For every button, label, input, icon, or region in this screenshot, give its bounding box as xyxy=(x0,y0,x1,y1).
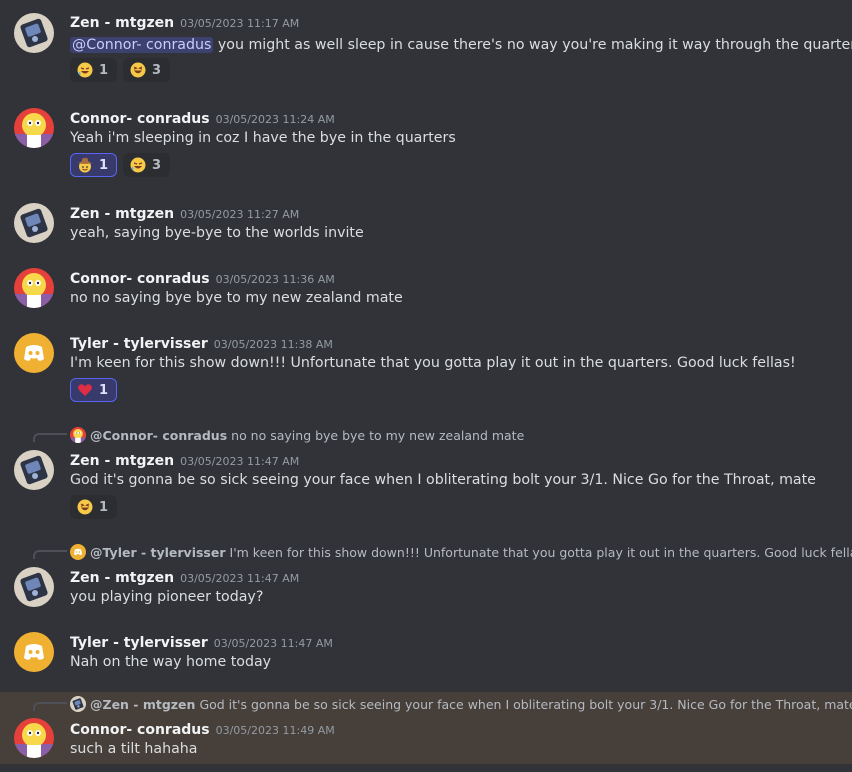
heart-emoji-icon xyxy=(78,384,92,396)
message-author[interactable]: Zen - mtgzen xyxy=(70,570,174,586)
reaction-count: 3 xyxy=(152,157,162,173)
reply-author[interactable]: @Zen - mtgzen xyxy=(90,697,195,712)
connor-avatar-icon xyxy=(14,108,54,148)
reaction-count: 1 xyxy=(99,157,109,173)
reply-text: I'm keen for this show down!!! Unfortuna… xyxy=(229,544,852,560)
reply-spine xyxy=(33,702,67,711)
reply-preview[interactable]: @Connor- conradus no no saying bye bye t… xyxy=(70,427,524,443)
message-author[interactable]: Zen - mtgzen xyxy=(70,15,174,31)
discord-default-avatar-icon xyxy=(70,544,86,560)
reaction-count: 3 xyxy=(152,62,162,78)
message-author[interactable]: Zen - mtgzen xyxy=(70,453,174,469)
avatar[interactable] xyxy=(14,13,54,53)
reply-avatar xyxy=(70,544,86,560)
user-mention[interactable]: @Connor- conradus xyxy=(70,37,214,53)
reactions-bar: 1 xyxy=(70,378,118,402)
message-text: I'm keen for this show down!!! Unfortuna… xyxy=(70,355,796,371)
reply-author[interactable]: @Connor- conradus xyxy=(90,428,227,443)
reply-text: no no saying bye bye to my new zealand m… xyxy=(231,427,525,443)
avatar[interactable] xyxy=(14,450,54,490)
message-author[interactable]: Connor- conradus xyxy=(70,111,210,127)
connor-avatar-icon xyxy=(14,718,54,758)
laughing-emoji-icon xyxy=(130,62,147,78)
rofl-emoji-icon xyxy=(130,157,147,173)
reply-avatar xyxy=(70,427,86,443)
message-content: @Connor- conradus you might as well slee… xyxy=(70,34,852,56)
reactions-bar: 1 3 xyxy=(70,153,171,177)
message-timestamp: 03/05/2023 11:47 AM xyxy=(180,455,300,468)
avatar[interactable] xyxy=(14,333,54,373)
reply-spine xyxy=(33,433,67,442)
reaction-heart[interactable]: 1 xyxy=(70,378,118,402)
reaction-rofl[interactable]: 3 xyxy=(123,153,171,177)
avatar[interactable] xyxy=(14,567,54,607)
reactions-bar: 1 3 xyxy=(70,58,171,82)
message-text: yeah, saying bye-bye to the worlds invit… xyxy=(70,225,364,241)
avatar[interactable] xyxy=(14,108,54,148)
reaction-count: 1 xyxy=(99,499,109,515)
zen-avatar-icon xyxy=(14,450,54,490)
rofl-emoji-icon xyxy=(77,62,93,78)
reaction-cowboy[interactable]: 1 xyxy=(70,153,118,177)
zen-avatar-icon xyxy=(14,567,54,607)
laughing-emoji-icon xyxy=(77,499,93,515)
message-author[interactable]: Connor- conradus xyxy=(70,271,210,287)
reply-avatar xyxy=(70,696,86,712)
zen-avatar-icon xyxy=(14,13,54,53)
message-text: no no saying bye bye to my new zealand m… xyxy=(70,290,403,306)
message-timestamp: 03/05/2023 11:36 AM xyxy=(215,273,335,286)
connor-avatar-icon xyxy=(14,268,54,308)
reaction-laughing[interactable]: 3 xyxy=(123,58,171,82)
avatar[interactable] xyxy=(14,268,54,308)
zen-avatar-icon xyxy=(70,696,86,712)
message-text: you might as well sleep in cause there's… xyxy=(213,37,852,53)
message-text: such a tilt hahaha xyxy=(70,741,198,757)
message-timestamp: 03/05/2023 11:27 AM xyxy=(180,208,300,221)
message-timestamp: 03/05/2023 11:49 AM xyxy=(215,724,335,737)
message-text: Yeah i'm sleeping in coz I have the bye … xyxy=(70,130,456,146)
discord-default-avatar-icon xyxy=(14,632,54,672)
message-author[interactable]: Tyler - tylervisser xyxy=(70,635,208,651)
avatar[interactable] xyxy=(14,203,54,243)
reply-author[interactable]: @Tyler - tylervisser xyxy=(90,545,226,560)
reactions-bar: 1 xyxy=(70,495,118,519)
reply-preview[interactable]: @Tyler - tylervisser I'm keen for this s… xyxy=(70,544,852,560)
avatar[interactable] xyxy=(14,632,54,672)
reaction-count: 1 xyxy=(99,382,109,398)
reply-preview[interactable]: @Zen - mtgzen God it's gonna be so sick … xyxy=(70,696,852,712)
discord-default-avatar-icon xyxy=(14,333,54,373)
message-timestamp: 03/05/2023 11:47 AM xyxy=(213,637,333,650)
message-timestamp: 03/05/2023 11:24 AM xyxy=(215,113,335,126)
avatar[interactable] xyxy=(14,718,54,758)
reaction-count: 1 xyxy=(99,62,109,78)
message-text: God it's gonna be so sick seeing your fa… xyxy=(70,472,816,488)
cowboy-emoji-icon xyxy=(77,157,93,173)
reply-text: God it's gonna be so sick seeing your fa… xyxy=(199,696,852,712)
message-timestamp: 03/05/2023 11:17 AM xyxy=(180,17,300,30)
reaction-rofl[interactable]: 1 xyxy=(70,58,118,82)
message-text: Nah on the way home today xyxy=(70,654,272,670)
reaction-laughing[interactable]: 1 xyxy=(70,495,118,519)
connor-avatar-icon xyxy=(70,427,86,443)
message-author[interactable]: Zen - mtgzen xyxy=(70,206,174,222)
zen-avatar-icon xyxy=(14,203,54,243)
reply-spine xyxy=(33,550,67,559)
message-author[interactable]: Tyler - tylervisser xyxy=(70,336,208,352)
message-author[interactable]: Connor- conradus xyxy=(70,722,210,738)
message-timestamp: 03/05/2023 11:38 AM xyxy=(213,338,333,351)
message-text: you playing pioneer today? xyxy=(70,589,264,605)
message-timestamp: 03/05/2023 11:47 AM xyxy=(180,572,300,585)
